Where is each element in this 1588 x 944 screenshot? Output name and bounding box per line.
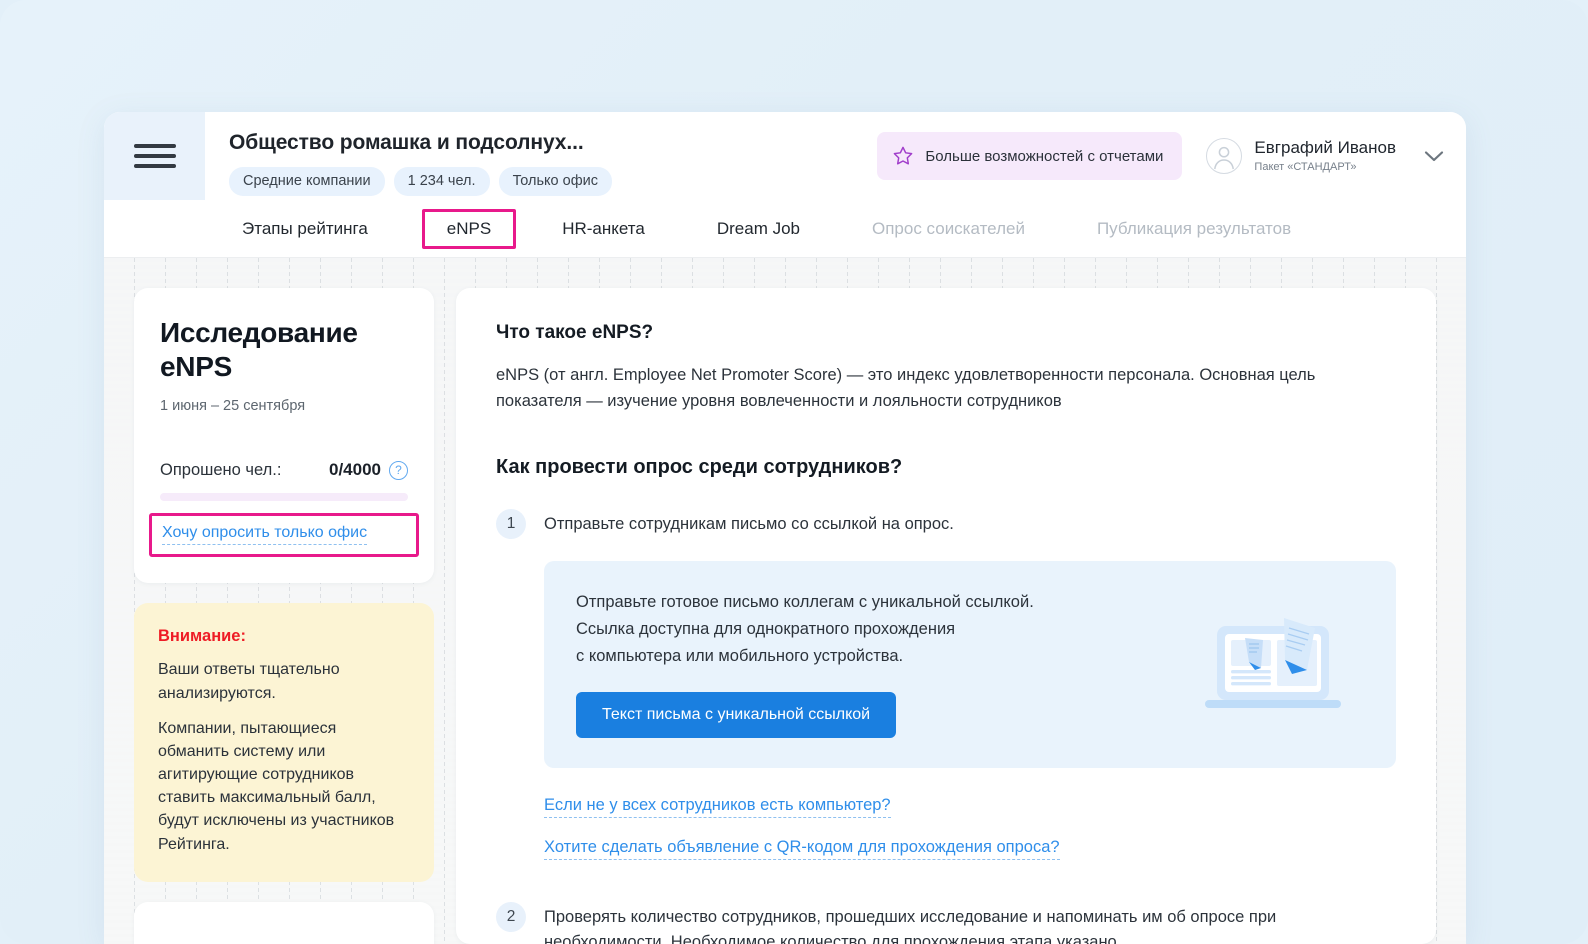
polled-value: 0/4000	[329, 460, 381, 480]
main-tabs: Этапы рейтинга eNPS HR-анкета Dream Job …	[104, 200, 1466, 258]
star-icon	[894, 146, 913, 165]
user-menu[interactable]: Евграфий Иванов Пакет «СТАНДАРТ»	[1206, 138, 1444, 174]
email-info-panel: Отправьте готовое письмо коллегам с уник…	[544, 561, 1396, 768]
content-area: Исследование eNPS 1 июня – 25 сентября О…	[104, 258, 1466, 944]
tab-rating-stages[interactable]: Этапы рейтинга	[224, 210, 386, 248]
tab-enps[interactable]: eNPS	[421, 208, 517, 249]
hamburger-menu-button[interactable]	[104, 112, 205, 200]
chip-office-only[interactable]: Только офис	[498, 166, 612, 196]
polled-progress-bar	[160, 493, 408, 502]
step-2-text: Проверять количество сотрудников, прошед…	[544, 907, 1277, 944]
main-panel: Что такое eNPS? eNPS (от англ. Employee …	[456, 288, 1436, 944]
reports-promo-button[interactable]: Больше возможностей с отчетами	[877, 132, 1183, 180]
reports-promo-label: Больше возможностей с отчетами	[925, 147, 1164, 165]
laptop-documents-illustration	[1184, 604, 1364, 722]
email-text-button[interactable]: Текст письма с уникальной ссылкой	[576, 691, 897, 738]
chip-company-size[interactable]: Средние компании	[229, 166, 385, 196]
user-avatar-icon	[1206, 138, 1243, 174]
polled-label: Опрошено чел.:	[160, 460, 282, 479]
user-name: Евграфий Иванов	[1254, 138, 1396, 158]
office-only-link-highlight: Хочу опросить только офис	[149, 513, 419, 558]
link-row-2: Хотите сделать объявление с QR-кодом для…	[544, 838, 1396, 860]
study-title: Исследование eNPS	[160, 317, 358, 383]
organization-title: Общество ромашка и подсолнух...	[229, 131, 584, 155]
organization-chips: Средние компании 1 234 чел. Только офис	[229, 166, 877, 196]
warning-card: Внимание: Ваши ответы тщательно анализир…	[134, 603, 434, 882]
step-1-number: 1	[496, 509, 526, 540]
app-header: Общество ромашка и подсолнух... Средние …	[104, 112, 1466, 200]
chevron-down-icon[interactable]	[1424, 150, 1444, 163]
link-row-1: Если не у всех сотрудников есть компьюте…	[544, 796, 1396, 818]
tab-hr-survey[interactable]: HR-анкета	[544, 210, 663, 248]
link-qr-announcement[interactable]: Хотите сделать объявление с QR-кодом для…	[544, 838, 1060, 860]
left-sidebar: Исследование eNPS 1 июня – 25 сентября О…	[134, 288, 434, 944]
step-2: 2 Проверять количество сотрудников, прош…	[496, 901, 1396, 944]
header-org-block: Общество ромашка и подсолнух... Средние …	[205, 112, 877, 200]
question-mark-icon[interactable]: ?	[389, 460, 408, 480]
header-right-block: Больше возможностей с отчетами Евграфий …	[877, 112, 1466, 200]
paragraph-what-is-enps: eNPS (от англ. Employee Net Promoter Sco…	[496, 366, 1316, 411]
tab-dream-job[interactable]: Dream Job	[699, 210, 818, 248]
link-no-computer[interactable]: Если не у всех сотрудников есть компьюте…	[544, 796, 891, 818]
step-2-number: 2	[496, 901, 526, 932]
polled-row: Опрошено чел.: 0/4000 ?	[160, 460, 408, 480]
tab-applicant-survey[interactable]: Опрос соискателей	[854, 210, 1043, 248]
warning-paragraph-2: Компании, пытающиеся обманить систему ил…	[158, 719, 395, 853]
chip-headcount[interactable]: 1 234 чел.	[393, 166, 490, 196]
email-info-line-1: Отправьте готовое письмо коллегам с уник…	[576, 593, 1034, 612]
tab-results-publication[interactable]: Публикация результатов	[1079, 210, 1309, 248]
email-info-line-3: с компьютера или мобильного устройства.	[576, 646, 904, 665]
email-info-line-2: Ссылка доступна для однократного прохожд…	[576, 620, 956, 639]
user-plan: Пакет «СТАНДАРТ»	[1254, 160, 1357, 173]
user-info: Евграфий Иванов Пакет «СТАНДАРТ»	[1254, 138, 1396, 173]
warning-paragraph-1: Ваши ответы тщательно анализируются.	[158, 661, 340, 702]
app-window: Общество ромашка и подсолнух... Средние …	[104, 112, 1466, 944]
warning-title: Внимание:	[158, 627, 246, 646]
next-card-partial	[134, 901, 434, 944]
page-backdrop: Общество ромашка и подсолнух... Средние …	[0, 0, 1588, 944]
step-1: 1 Отправьте сотрудникам письмо со ссылко…	[496, 509, 1396, 540]
step-1-text: Отправьте сотрудникам письмо со ссылкой …	[544, 515, 954, 534]
study-card: Исследование eNPS 1 июня – 25 сентября О…	[134, 288, 434, 584]
heading-how-to-survey: Как провести опрос среди сотрудников?	[496, 456, 903, 479]
office-only-link[interactable]: Хочу опросить только офис	[162, 524, 368, 546]
email-info-text-block: Отправьте готовое письмо коллегам с уник…	[576, 589, 1184, 738]
study-date-range: 1 июня – 25 сентября	[160, 398, 306, 415]
heading-what-is-enps: Что такое eNPS?	[496, 322, 654, 343]
hamburger-menu-icon	[133, 138, 176, 174]
